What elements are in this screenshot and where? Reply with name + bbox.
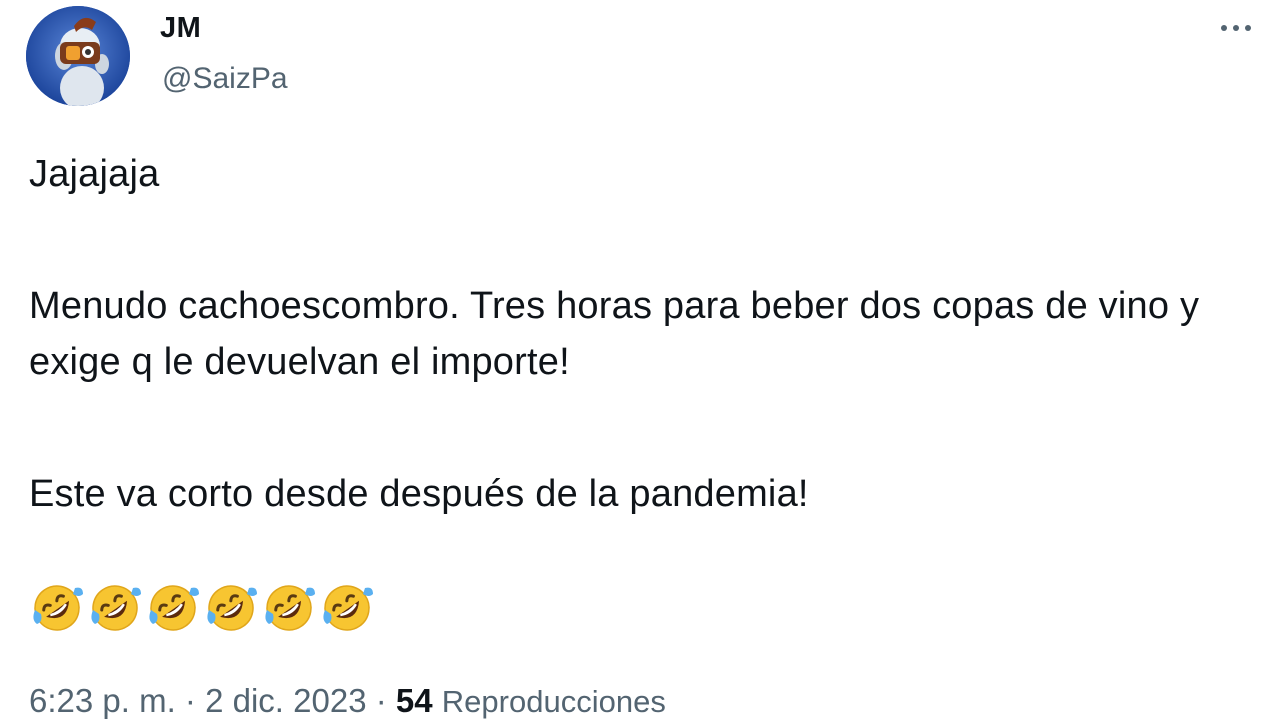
more-options-button[interactable] [1214,14,1258,42]
meta-separator: · [375,682,387,719]
avatar[interactable] [26,6,130,106]
tweet-line-2: Menudo cachoescombro. Tres horas para be… [29,285,1200,383]
rolling-on-the-floor-laughing-icon [323,585,373,631]
views-count[interactable]: 54 [396,682,433,719]
tweet-text: Jajajaja Menudo cachoescombro. Tres hora… [29,146,1269,522]
rolling-on-the-floor-laughing-icon [33,585,83,631]
author-display-name[interactable]: JM [160,12,201,45]
more-dot [1245,25,1251,31]
tweet-date[interactable]: 2 dic. 2023 [205,682,366,719]
rolling-on-the-floor-laughing-icon [91,585,141,631]
meta-separator: · [184,682,196,719]
emoji-row [29,580,375,636]
author-handle[interactable]: @SaizPa [162,62,288,96]
rolling-on-the-floor-laughing-icon [149,585,199,631]
rolling-on-the-floor-laughing-icon [265,585,315,631]
rolling-on-the-floor-laughing-icon [207,585,257,631]
views-label: Reproducciones [441,684,666,719]
more-horizontal-icon [1221,25,1227,31]
more-dot [1233,25,1239,31]
tweet-card: JM @SaizPa Jajajaja Menudo cachoescombro… [0,0,1280,723]
tweet-metadata: 6:23 p. m. · 2 dic. 2023 · 54 Reproducci… [29,682,666,720]
tweet-time[interactable]: 6:23 p. m. [29,682,176,719]
tweet-line-1: Jajajaja [29,153,160,195]
tweet-line-3: Este va corto desde después de la pandem… [29,473,809,515]
